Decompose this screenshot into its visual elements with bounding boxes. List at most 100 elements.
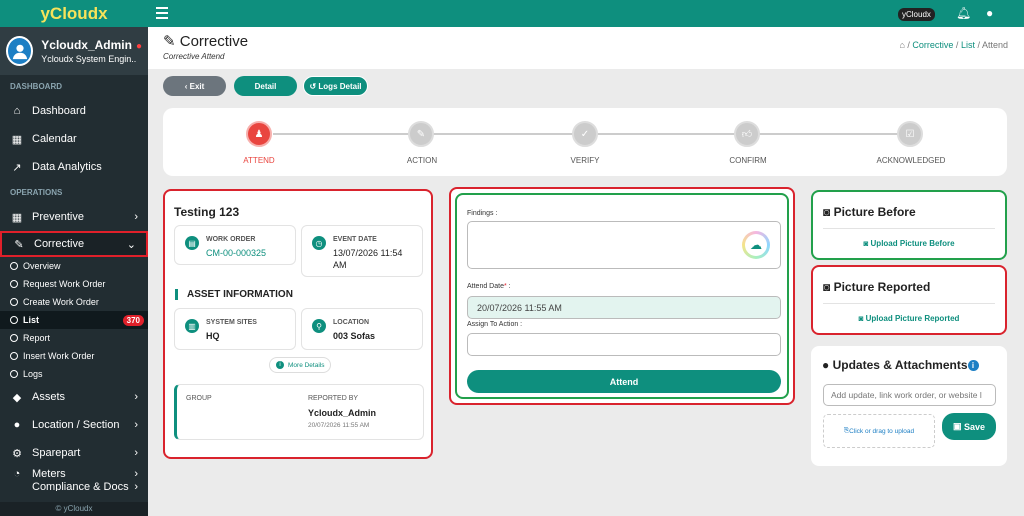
sidebar-item-dashboard[interactable]: ⌂ Dashboard	[0, 97, 148, 125]
exit-button[interactable]: ‹ Exit	[163, 76, 226, 96]
system-sites-label: SYSTEM SITES	[206, 319, 257, 326]
home-icon: ⌂	[13, 105, 21, 117]
save-button[interactable]: ▣ Save	[942, 413, 996, 440]
user-icon	[12, 44, 27, 60]
bell-icon[interactable]: 🔔︎	[956, 6, 971, 20]
building-icon: ▥	[185, 319, 199, 333]
sidebar-item-sparepart[interactable]: ⚙ Sparepart ›	[0, 439, 148, 467]
workspace-tag[interactable]: yCloudx	[898, 8, 935, 21]
circle-icon	[10, 370, 18, 378]
sidebar-item-location[interactable]: ● Location / Section ›	[0, 411, 148, 439]
assign-label: Assign To Action :	[467, 321, 523, 328]
file-dropzone[interactable]: ⎘ Click or drag to upload	[823, 414, 935, 448]
menu-toggle-icon[interactable]	[156, 7, 168, 22]
sidebar-sub-label: Overview	[23, 261, 61, 271]
chevron-right-icon: ›	[134, 481, 138, 491]
step-label-acknowledged: ACKNOWLEDGED	[876, 156, 946, 165]
work-order-title: Testing 123	[174, 205, 240, 219]
circle-icon	[10, 334, 18, 342]
breadcrumb-list[interactable]: List	[961, 40, 975, 50]
system-sites-box: ▥ SYSTEM SITES HQ	[174, 308, 296, 350]
logs-detail-button[interactable]: ↺ Logs Detail	[303, 76, 368, 96]
camera-icon: ◙	[858, 314, 864, 323]
chart-icon: ↗	[12, 161, 22, 174]
user-menu-icon[interactable]: ●	[986, 6, 993, 20]
home-icon[interactable]: ⌂	[899, 40, 904, 50]
sidebar-sub-report[interactable]: Report	[0, 329, 148, 347]
attend-button[interactable]: Attend	[467, 370, 781, 393]
group-label: GROUP	[186, 395, 212, 402]
sidebar-footer: © yCloudx	[0, 502, 148, 516]
cloud-upload-icon[interactable]: ☁	[742, 231, 770, 259]
sidebar-sub-request-work-order[interactable]: Request Work Order	[0, 275, 148, 293]
reported-date: 20/07/2026 11:55 AM	[308, 422, 370, 429]
assign-to-action-input[interactable]	[467, 333, 781, 356]
sidebar-sub-label: Insert Work Order	[23, 351, 95, 361]
gauge-icon: ◔	[13, 468, 21, 480]
attend-date-input[interactable]: 20/07/2026 11:55 AM	[467, 296, 781, 319]
work-order-number[interactable]: CM-00-000325	[206, 247, 266, 259]
picture-reported-title-text: Picture Reported	[833, 280, 931, 294]
sidebar-sub-create-work-order[interactable]: Create Work Order	[0, 293, 148, 311]
sidebar-item-calendar[interactable]: ▦ Calendar	[0, 125, 148, 153]
sidebar-sub-overview[interactable]: Overview	[0, 257, 148, 275]
sidebar-item-label: Calendar	[32, 133, 77, 145]
breadcrumb-corrective[interactable]: Corrective	[912, 40, 953, 50]
topbar: yCloudx 🔔︎ ●	[148, 0, 1024, 27]
updates-card: ● Updates & Attachments i Add update, lin…	[811, 346, 1007, 466]
sidebar-item-corrective[interactable]: ✎ Corrective ⌄	[0, 231, 148, 257]
picture-before-card: ◙ Picture Before ◙ Upload Picture Before	[811, 190, 1007, 260]
work-order-label: WORK ORDER	[206, 236, 256, 243]
page-subtitle: Corrective Attend	[163, 52, 225, 61]
update-input[interactable]: Add update, link work order, or website …	[823, 384, 996, 406]
sidebar-item-data-analytics[interactable]: ↗ Data Analytics	[0, 153, 148, 181]
step-label-action: ACTION	[406, 156, 438, 165]
info-icon[interactable]: i	[967, 360, 979, 372]
step-label-attend: ATTEND	[243, 156, 275, 165]
sidebar-item-meters[interactable]: ◔ Meters ›	[0, 467, 148, 481]
reported-by-label: REPORTED BY	[308, 395, 359, 402]
event-date-label: EVENT DATE	[333, 236, 377, 243]
user-role: Ycloudx System Engin...	[41, 54, 138, 64]
brand-logo[interactable]: yCloudx	[0, 0, 148, 27]
sidebar-item-assets[interactable]: ◆ Assets ›	[0, 383, 148, 411]
group-reported-box: GROUP REPORTED BY Ycloudx_Admin 20/07/20…	[174, 384, 424, 440]
document-icon: ▤	[185, 236, 199, 250]
upload-picture-before-label: Upload Picture Before	[870, 239, 955, 248]
detail-button[interactable]: Detail	[234, 76, 297, 96]
event-date-box: ◷ EVENT DATE 13/07/2026 11:54 AM	[301, 225, 423, 277]
sidebar-sub-logs[interactable]: Logs	[0, 365, 148, 383]
status-dot-icon: ●	[135, 41, 142, 52]
upload-picture-reported-button[interactable]: ◙ Upload Picture Reported	[813, 314, 1005, 323]
camera-icon: ◙	[823, 280, 831, 294]
event-date-value: 13/07/2026 11:54 AM	[333, 247, 402, 271]
attend-form-card: Findings : ☁ Attend Date* : 20/07/2026 1…	[449, 187, 795, 405]
upload-picture-before-button[interactable]: ◙ Upload Picture Before	[813, 239, 1005, 248]
more-details-button[interactable]: i More Details	[269, 357, 332, 373]
sidebar-item-compliance[interactable]: Compliance & Docs ›	[0, 481, 148, 491]
location-label: LOCATION	[333, 319, 370, 326]
location-value: 003 Sofas	[333, 331, 376, 341]
calendar-icon: ▦	[11, 133, 23, 146]
chevron-right-icon: ›	[134, 419, 138, 431]
findings-textarea[interactable]: ☁	[467, 221, 781, 269]
comment-icon: ●	[822, 358, 830, 372]
chevron-right-icon: ›	[134, 447, 138, 459]
workflow-stepper: ♟ ✎ ✓ 👍︎ ☑ ATTEND ACTION VERIFY CONFIRM …	[163, 108, 1007, 176]
location-box: ⚲ LOCATION 003 Sofas	[301, 308, 423, 350]
reported-by-value: Ycloudx_Admin	[308, 408, 377, 418]
history-icon: ↺	[309, 81, 319, 91]
page-title: ✎ Corrective	[163, 32, 248, 50]
attend-date-colon: :	[506, 283, 511, 290]
list-count-badge: 370	[122, 314, 144, 326]
sidebar-item-preventive[interactable]: ▦ Preventive ›	[0, 203, 148, 231]
breadcrumb-current: Attend	[981, 40, 1008, 50]
section-dashboard: DASHBOARD	[10, 82, 62, 91]
tag-icon: ◆	[12, 391, 22, 404]
step-acknowledged-icon: ☑	[897, 121, 923, 147]
sidebar-sub-insert-work-order[interactable]: Insert Work Order	[0, 347, 148, 365]
event-date-line2: AM	[333, 260, 347, 270]
globe-icon: ●	[13, 419, 21, 431]
updates-title-text: Updates & Attachments	[832, 358, 968, 372]
sidebar-sub-list[interactable]: List 370	[0, 311, 148, 329]
